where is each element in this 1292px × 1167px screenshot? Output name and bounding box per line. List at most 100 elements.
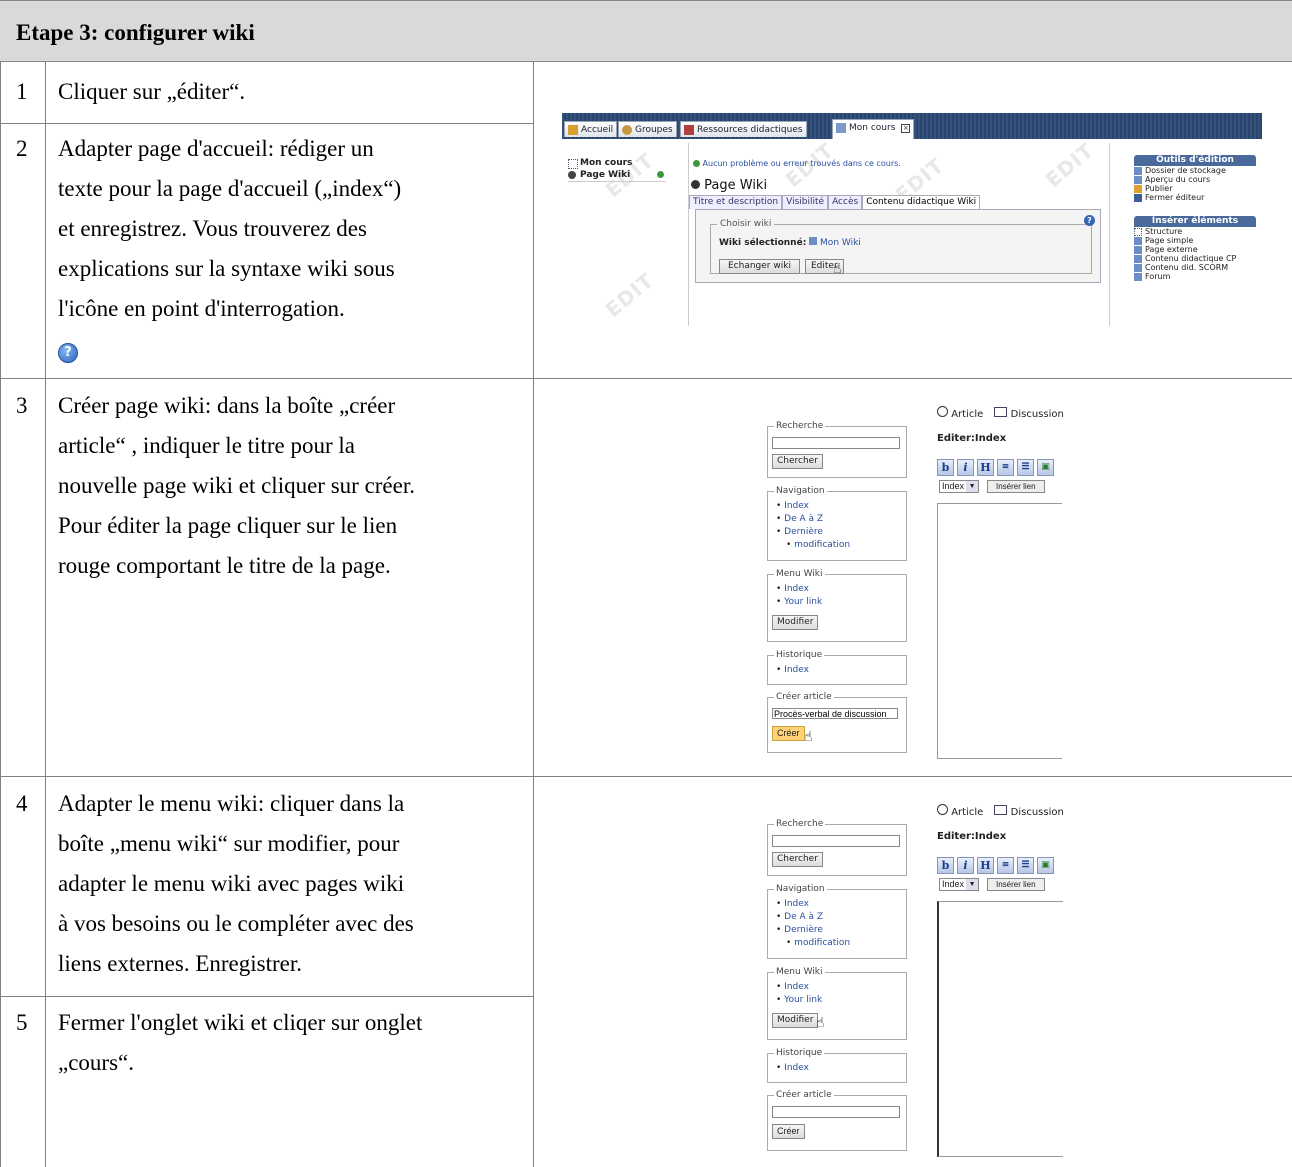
italic-button[interactable]: i [957,857,974,874]
tool-storage[interactable]: Dossier de stockage [1134,166,1256,175]
bullet-list-button[interactable]: ≡ [997,459,1014,476]
tool-publish[interactable]: Publier [1134,184,1256,193]
nav-link[interactable]: Index [776,898,850,911]
create-article-button[interactable]: Créer [772,1124,805,1139]
italic-button[interactable]: i [957,459,974,476]
nav-link[interactable]: Dernière [776,526,850,539]
tab-groupes[interactable]: Groupes [618,121,677,137]
search-input[interactable] [772,437,900,449]
step-text-line: „cours“. [58,1050,134,1075]
menu-link[interactable]: Your link [776,994,822,1007]
tab-article[interactable]: Article [951,409,983,420]
numbered-list-button[interactable]: ☰ [1017,857,1034,874]
nav-link[interactable]: De A à Z [776,911,850,924]
tab-acces[interactable]: Accès [828,195,863,209]
insert-content-cp[interactable]: Contenu didactique CP [1134,254,1256,263]
nav-link-continuation[interactable]: modification [776,937,850,950]
modify-menu-button[interactable]: Modifier [772,615,819,630]
step-text: Adapter le menu wiki: cliquer dans la bo… [58,784,414,984]
search-button[interactable]: Chercher [772,852,823,867]
wiki-icon [568,171,576,179]
create-article-input[interactable] [772,1106,900,1118]
menu-list: Index Your link [776,981,822,1007]
tool-close-editor[interactable]: Fermer éditeur [1134,193,1256,202]
tab-accueil[interactable]: Accueil [564,121,618,137]
tab-visibilite[interactable]: Visibilité [782,195,829,209]
tab-discussion[interactable]: Discussion [1011,409,1064,420]
preview-icon [1134,176,1142,184]
step-text-line: rouge comportant le titre de la page. [58,553,391,578]
content-package-icon [1134,255,1142,263]
insert-scorm[interactable]: Contenu did. SCORM [1134,263,1256,272]
heading-button[interactable]: H [977,459,994,476]
insert-structure[interactable]: Structure [1134,227,1256,236]
bold-button[interactable]: b [937,857,954,874]
course-main-panel: Aucun problème ou erreur trouvés dans ce… [688,143,1110,326]
tab-label: Groupes [635,125,673,135]
heading-button[interactable]: H [977,857,994,874]
editor-tools-panel: Outils d'édition Dossier de stockage Ape… [1134,155,1256,281]
tree-item-page-wiki[interactable]: Page Wiki [568,169,666,182]
insert-page-simple[interactable]: Page simple [1134,236,1256,245]
insert-link-button[interactable]: Insérer lien [987,480,1045,493]
tab-mon-cours[interactable]: Mon cours × [832,119,915,139]
help-icon[interactable]: ? [1084,215,1095,226]
selected-wiki-link[interactable]: Mon Wiki [820,238,861,248]
step-number: 4 [16,791,28,816]
image-button[interactable]: ▣ [1037,459,1054,476]
step-text-line: Créer page wiki: dans la boîte „créer [58,393,396,418]
step-text-line: à vos besoins ou le compléter avec des [58,911,414,936]
nav-link[interactable]: Index [776,500,850,513]
history-link[interactable]: Index [776,664,809,677]
step-text-line: explications sur la syntaxe wiki sous [58,256,395,281]
row-divider-1-2 [0,123,533,124]
nav-link-continuation[interactable]: modification [776,539,850,552]
menu-link[interactable]: Index [776,583,822,596]
table-border-left [0,62,1,1167]
insert-forum[interactable]: Forum [1134,272,1256,281]
editor-textarea[interactable] [937,503,1062,759]
menu-link[interactable]: Index [776,981,822,994]
insert-page-externe[interactable]: Page externe [1134,245,1256,254]
step-number: 2 [16,136,28,161]
tab-ressources[interactable]: Ressources didactiques [680,121,807,137]
create-article-button[interactable]: Créer [772,726,805,741]
exchange-wiki-button[interactable]: Echanger wiki [719,259,800,274]
bullet-list-button[interactable]: ≡ [997,857,1014,874]
tree-item-mon-cours[interactable]: Mon cours [568,157,666,169]
modify-menu-button[interactable]: Modifier [772,1013,819,1028]
tool-label: Dossier de stockage [1145,166,1226,175]
menu-list: Index Your link [776,583,822,609]
nav-link[interactable]: De A à Z [776,513,850,526]
close-tab-icon[interactable]: × [901,124,911,133]
step-text-line: nouvelle page wiki et cliquer sur créer. [58,473,415,498]
insert-link-button[interactable]: Insérer lien [987,878,1045,891]
search-button[interactable]: Chercher [772,454,823,469]
tool-preview[interactable]: Aperçu du cours [1134,175,1256,184]
numbered-list-button[interactable]: ☰ [1017,459,1034,476]
instruction-document: Etape 3: configurer wiki 1 2 3 4 5 Cliqu… [0,0,1292,1167]
row-divider-3-4 [0,776,1292,777]
tab-titre[interactable]: Titre et description [689,195,783,209]
create-article-input[interactable]: Procès-verbal de discussion [772,708,898,719]
choose-wiki-legend: Choisir wiki [717,219,775,229]
history-link[interactable]: Index [776,1062,809,1075]
navigation-legend: Navigation [774,486,827,496]
tab-contenu-wiki[interactable]: Contenu didactique Wiki [862,195,981,209]
wiki-menu-screenshot: Recherche Chercher Navigation Index De A… [767,800,1067,1160]
menu-link[interactable]: Your link [776,596,822,609]
tab-article[interactable]: Article [951,807,983,818]
index-select[interactable]: Index ▼ [939,878,980,891]
insert-label: Forum [1145,272,1171,281]
resources-icon [684,125,694,135]
search-input[interactable] [772,835,900,847]
image-button[interactable]: ▣ [1037,857,1054,874]
row-divider-4-5 [0,996,533,997]
search-legend: Recherche [774,819,826,829]
editor-textarea[interactable] [937,901,1063,1157]
bold-button[interactable]: b [937,459,954,476]
nav-link[interactable]: Dernière [776,924,850,937]
editor-title: Editer:Index [937,831,1007,842]
index-select[interactable]: Index ▼ [939,480,980,493]
tab-discussion[interactable]: Discussion [1011,807,1064,818]
